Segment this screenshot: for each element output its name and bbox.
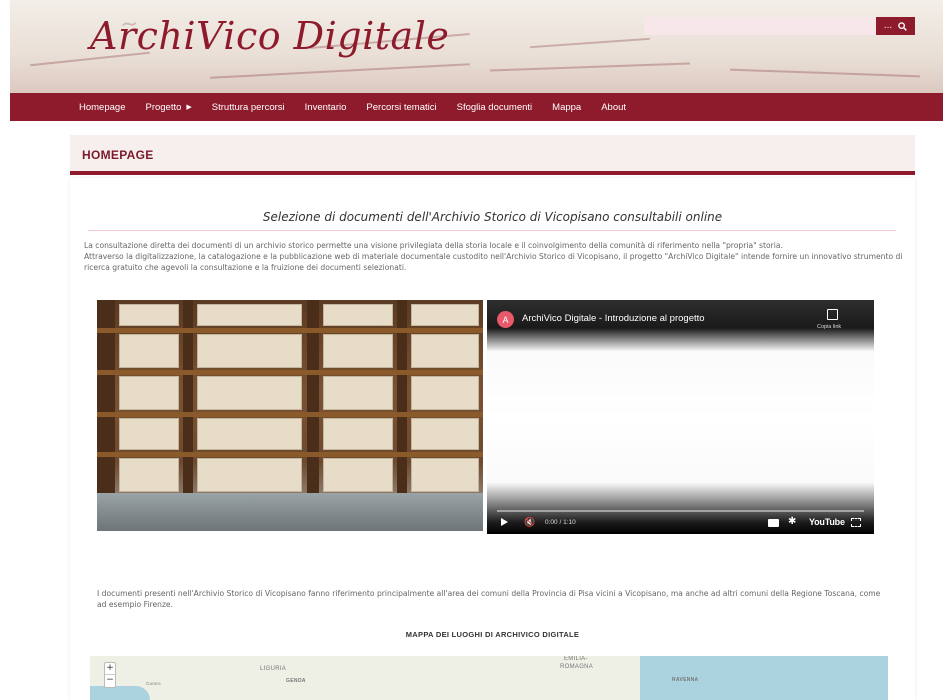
map-sea xyxy=(90,686,150,700)
search-icon xyxy=(898,21,908,31)
play-icon[interactable] xyxy=(501,518,508,526)
subtitle-divider xyxy=(88,230,896,231)
page-title: HOMEPAGE xyxy=(82,148,154,162)
youtube-logo[interactable]: YouTube xyxy=(809,517,845,527)
map-label: EMILIA- xyxy=(564,656,588,662)
archive-shelves-photo xyxy=(97,300,483,531)
map-label: LIGURIA xyxy=(260,666,287,672)
page-title-bar: HOMEPAGE xyxy=(70,135,915,175)
youtube-video-player[interactable]: A ArchiVico Digitale - Introduzione al p… xyxy=(487,300,874,534)
site-logo[interactable]: ArchiVico Digitale xyxy=(90,14,449,58)
map-title: MAPPA DEI LUOGHI DI ARCHIVICO DIGITALE xyxy=(405,630,580,639)
page: ~ ArchiVico Digitale ... Homepage Proget… xyxy=(0,0,943,700)
caret-right-icon: ▶ xyxy=(186,104,192,111)
nav-item-progetto[interactable]: Progetto ▶ xyxy=(145,102,191,113)
map-label: GENOA xyxy=(286,678,306,684)
description-paragraph: I documenti presenti nell'Archivio Stori… xyxy=(97,589,881,609)
video-progress-bar[interactable] xyxy=(497,510,864,512)
map-label: Cuneo xyxy=(146,681,161,686)
main-nav: Homepage Progetto ▶ Struttura percorsi In… xyxy=(10,93,943,121)
handwriting-stroke xyxy=(730,68,920,78)
nav-item-struttura-percorsi[interactable]: Struttura percorsi xyxy=(212,102,285,113)
map-label: ROMAGNA xyxy=(560,664,594,670)
content-subtitle: Selezione di documenti dell'Archivio Sto… xyxy=(262,210,723,224)
copy-link-icon[interactable] xyxy=(827,309,838,320)
header-banner: ~ ArchiVico Digitale ... xyxy=(10,0,943,93)
nav-item-homepage[interactable]: Homepage xyxy=(79,102,125,113)
video-time: 0:00 / 1:10 xyxy=(545,519,576,526)
zoom-in-button[interactable]: + xyxy=(105,663,115,675)
handwriting-stroke xyxy=(530,37,650,49)
nav-item-inventario[interactable]: Inventario xyxy=(305,102,347,113)
map-label: RAVENNA xyxy=(672,677,699,683)
handwriting-stroke xyxy=(490,62,690,72)
content-card: Selezione di documenti dell'Archivio Sto… xyxy=(70,178,915,700)
handwriting-stroke xyxy=(210,63,470,79)
copy-link-label: Copia link xyxy=(817,324,842,330)
channel-avatar[interactable]: A xyxy=(497,311,514,328)
fullscreen-icon[interactable] xyxy=(851,518,861,527)
intro-paragraph: La consultazione diretta dei documenti d… xyxy=(84,241,903,272)
nav-item-sfoglia-documenti[interactable]: Sfoglia documenti xyxy=(457,102,533,113)
search-button[interactable]: ... xyxy=(876,17,915,35)
mute-icon[interactable]: 🔇 xyxy=(524,518,535,528)
subtitles-icon[interactable] xyxy=(768,519,779,527)
places-map[interactable]: LIGURIA GENOA EMILIA- ROMAGNA RAVENNA Cu… xyxy=(90,656,888,700)
nav-item-mappa[interactable]: Mappa xyxy=(552,102,581,113)
map-zoom-control: + − xyxy=(104,662,116,688)
zoom-out-button[interactable]: − xyxy=(105,675,115,687)
gear-icon[interactable]: ✱ xyxy=(788,516,796,527)
video-title[interactable]: ArchiVico Digitale - Introduzione al pro… xyxy=(522,313,705,324)
search-button-label: ... xyxy=(883,21,893,31)
nav-item-percorsi-tematici[interactable]: Percorsi tematici xyxy=(366,102,436,113)
search-input[interactable] xyxy=(644,17,876,35)
nav-item-about[interactable]: About xyxy=(601,102,626,113)
